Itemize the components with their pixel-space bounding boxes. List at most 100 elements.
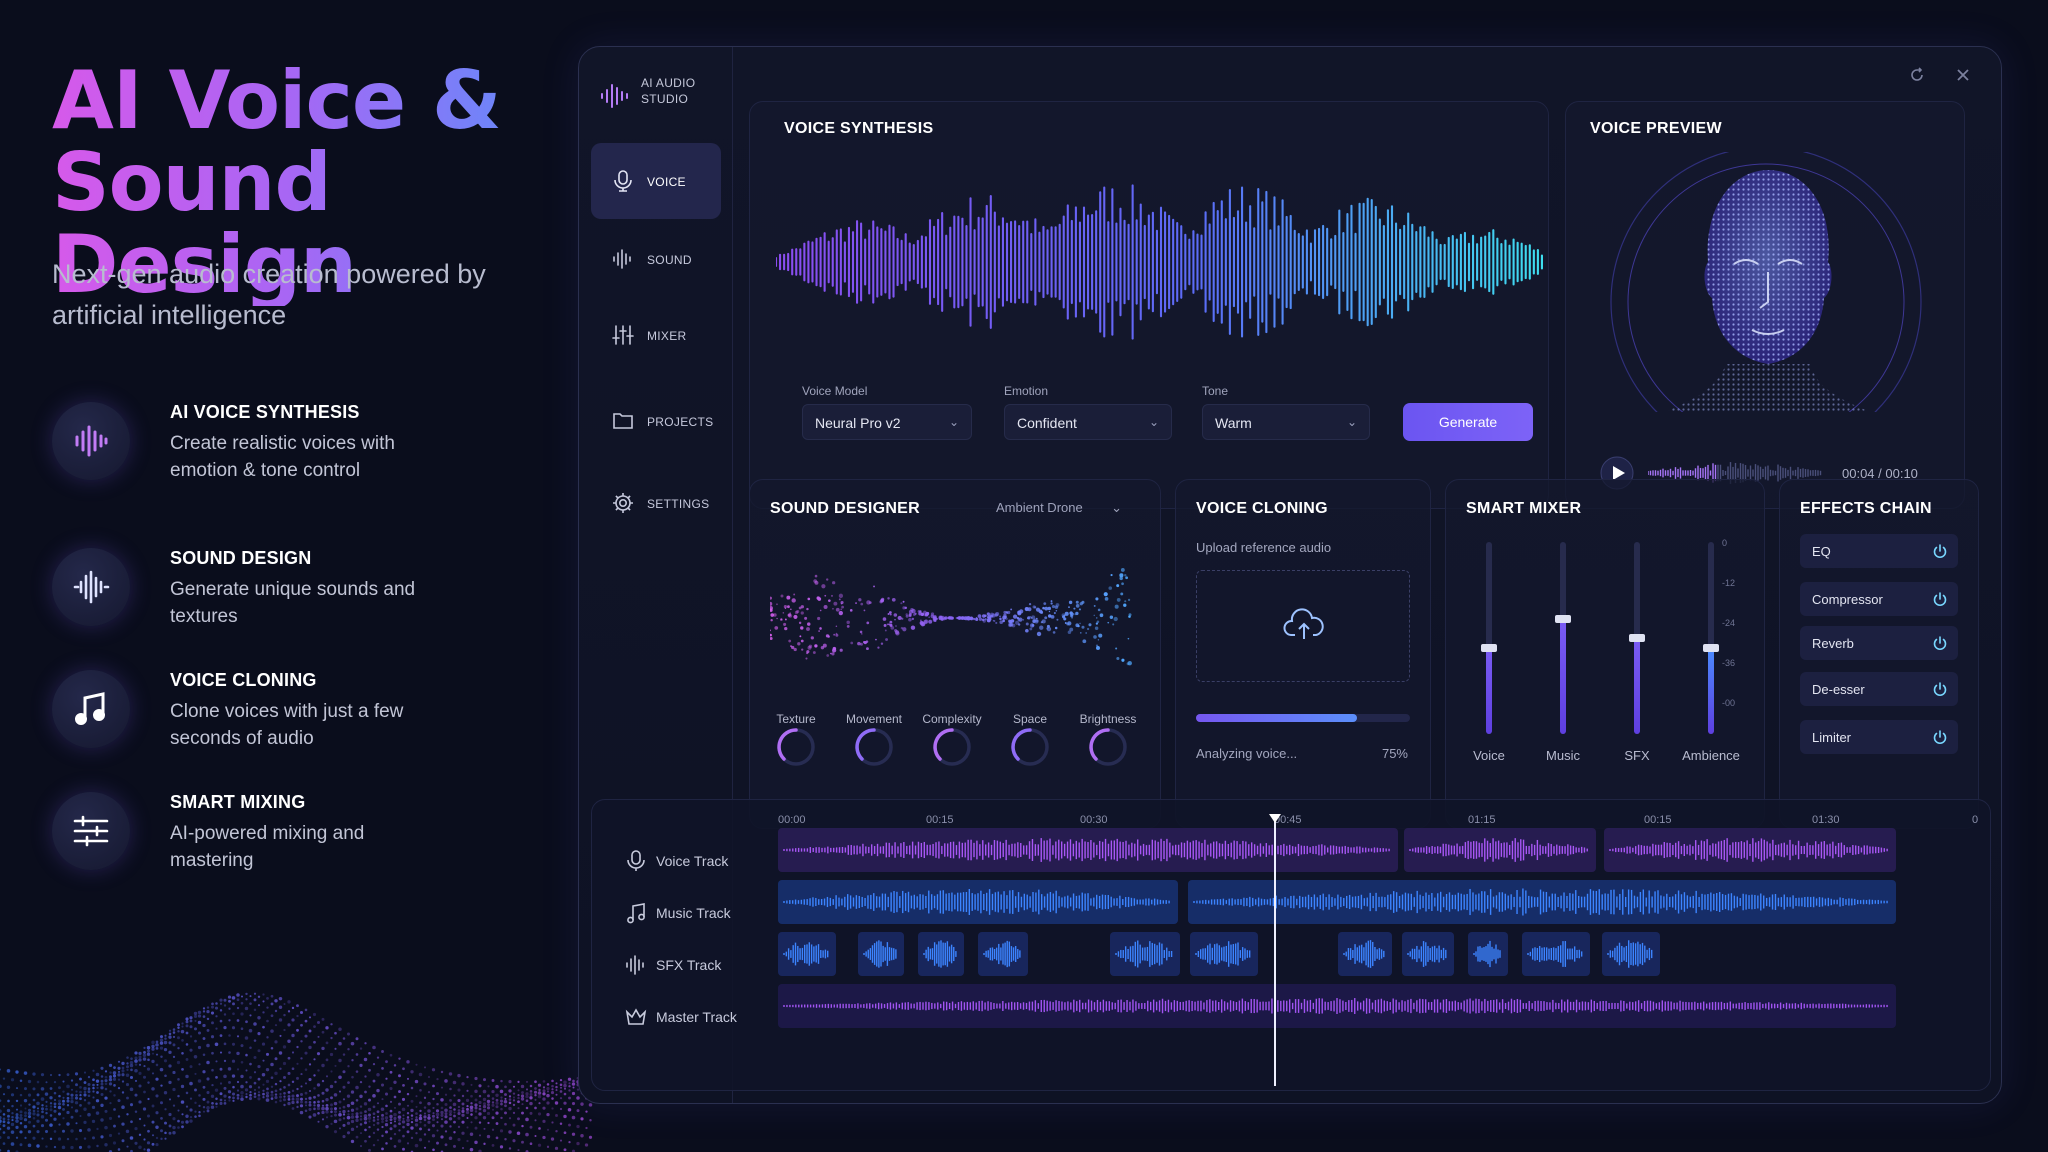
effect-label: EQ	[1812, 544, 1831, 559]
sliders-icon	[52, 792, 130, 870]
panel-title: VOICE CLONING	[1196, 500, 1328, 517]
feature-desc: Clone voices with just a few seconds of …	[170, 701, 404, 749]
mixer-icon	[612, 325, 634, 345]
gear-icon	[613, 493, 633, 513]
nav-projects[interactable]: PROJECTS	[591, 383, 721, 459]
preset-select[interactable]: Ambient Drone ⌄	[996, 500, 1146, 522]
tone-select[interactable]: Warm ⌄	[1202, 404, 1370, 440]
hero-subtitle: Next-gen audio creation powered by artif…	[52, 259, 486, 330]
effect-reverb[interactable]: Reverb	[1800, 626, 1958, 660]
nav-label: SETTINGS	[647, 497, 710, 511]
fader-label: Ambience	[1682, 748, 1740, 763]
effects-chain-panel: EFFECTS CHAIN EQ Compressor Reverb De-esser…	[1779, 479, 1979, 829]
fader-handle[interactable]	[1481, 643, 1497, 652]
sound-wave-icon	[613, 249, 631, 269]
knob-label: Texture	[776, 712, 816, 726]
preset-value: Ambient Drone	[996, 500, 1083, 515]
fader-track	[1481, 542, 1497, 734]
feature-desc: Create realistic voices with emotion & t…	[170, 433, 395, 481]
upload-dropzone[interactable]	[1196, 570, 1410, 682]
knob-label: Brightness	[1079, 712, 1137, 726]
smart-mixer-panel: SMART MIXER Voice Music SFX Ambience 0 -12 -24…	[1445, 479, 1765, 829]
microphone-icon	[614, 170, 632, 192]
nav-sound[interactable]: SOUND	[591, 221, 721, 297]
nav-voice[interactable]: VOICE	[591, 143, 721, 219]
knob-space[interactable]	[1009, 726, 1051, 768]
nav-label: MIXER	[647, 329, 687, 343]
fader-label: Voice	[1473, 748, 1505, 763]
select-value: Confident	[1017, 415, 1077, 431]
panel-title: EFFECTS CHAIN	[1800, 500, 1932, 517]
fader-label: SFX	[1624, 748, 1650, 763]
knob-brightness[interactable]	[1087, 726, 1129, 768]
feature-sound-design: SOUND DESIGN Generate unique sounds and …	[52, 548, 532, 668]
feature-title: AI VOICE SYNTHESIS	[170, 402, 360, 422]
nav-mixer[interactable]: MIXER	[591, 297, 721, 373]
fader-level	[1634, 638, 1640, 734]
feature-title: SOUND DESIGN	[170, 548, 312, 568]
knob-label: Complexity	[922, 712, 982, 726]
clone-progress-track	[1196, 714, 1410, 722]
effect-label: Reverb	[1812, 636, 1854, 651]
feature-desc: AI-powered mixing and mastering	[170, 823, 365, 871]
feature-voice-cloning: VOICE CLONING Clone voices with just a f…	[52, 670, 532, 790]
power-icon[interactable]	[1932, 635, 1948, 651]
music-note-icon	[52, 670, 130, 748]
voice-cloning-panel: VOICE CLONING Upload reference audio Ana…	[1175, 479, 1431, 829]
effect-limiter[interactable]: Limiter	[1800, 720, 1958, 754]
emotion-select[interactable]: Confident ⌄	[1004, 404, 1172, 440]
voice-model-label: Voice Model	[802, 384, 868, 398]
knob-movement[interactable]	[853, 726, 895, 768]
fader-track	[1555, 542, 1571, 734]
app-window: AI AUDIO STUDIO VOICE SOUND MIXER PROJEC…	[578, 46, 2002, 1104]
playhead-marker[interactable]	[1269, 814, 1281, 823]
effect-label: De-esser	[1812, 682, 1865, 697]
power-icon[interactable]	[1932, 591, 1948, 607]
db-scale-label: -36	[1722, 658, 1736, 668]
logo-waveform-icon	[601, 84, 628, 108]
cloud-upload-icon	[1283, 608, 1324, 639]
clone-status: Analyzing voice...	[1196, 746, 1298, 761]
knob-complexity[interactable]	[931, 726, 973, 768]
upload-label: Upload reference audio	[1196, 540, 1332, 555]
select-value: Warm	[1215, 415, 1252, 431]
fader-handle[interactable]	[1629, 634, 1645, 642]
ai-face-hologram	[1610, 152, 1922, 412]
timeline-panel: 00:00 00:15 00:30 00:45 01:15 00:15 01:30 0 Voi…	[591, 799, 1991, 1091]
panel-title: SOUND DESIGNER	[770, 500, 920, 517]
knob-texture[interactable]	[775, 726, 817, 768]
playhead[interactable]	[1269, 814, 1281, 1086]
knob-label: Space	[1012, 712, 1048, 726]
power-icon[interactable]	[1932, 729, 1948, 745]
chevron-down-icon: ⌄	[948, 415, 959, 429]
fader-level	[1560, 618, 1566, 734]
nav-label: PROJECTS	[647, 415, 714, 429]
tone-label: Tone	[1202, 384, 1229, 398]
sound-wave-icon	[52, 548, 130, 626]
refresh-icon[interactable]	[1907, 65, 1927, 85]
effect-compressor[interactable]: Compressor	[1800, 582, 1958, 616]
nav-settings[interactable]: SETTINGS	[591, 465, 721, 541]
effect-label: Compressor	[1812, 592, 1883, 607]
feature-desc: Generate unique sounds and textures	[170, 579, 416, 627]
effect-eq[interactable]: EQ	[1800, 534, 1958, 568]
fader-level	[1708, 647, 1714, 734]
knob-label: Movement	[845, 712, 903, 726]
waveform-icon	[52, 402, 130, 480]
db-scale-label: -00	[1722, 698, 1736, 708]
effect-deesser[interactable]: De-esser	[1800, 672, 1958, 706]
voice-model-select[interactable]: Neural Pro v2 ⌄	[802, 404, 972, 440]
nav-label: VOICE	[647, 175, 686, 189]
panel-title: VOICE SYNTHESIS	[784, 120, 934, 137]
brand-name: AI AUDIO STUDIO	[641, 76, 696, 106]
fader-handle[interactable]	[1555, 614, 1571, 623]
clone-percent: 75%	[1381, 746, 1408, 761]
chevron-down-icon: ⌄	[1111, 500, 1122, 515]
nav-label: SOUND	[647, 253, 692, 267]
power-icon[interactable]	[1932, 543, 1948, 559]
close-icon[interactable]	[1953, 65, 1973, 85]
sound-designer-panel: SOUND DESIGNER Ambient Drone ⌄ Texture Mo…	[749, 479, 1161, 829]
generate-button[interactable]: Generate	[1403, 403, 1533, 441]
power-icon[interactable]	[1932, 681, 1948, 697]
fader-handle[interactable]	[1703, 643, 1719, 652]
